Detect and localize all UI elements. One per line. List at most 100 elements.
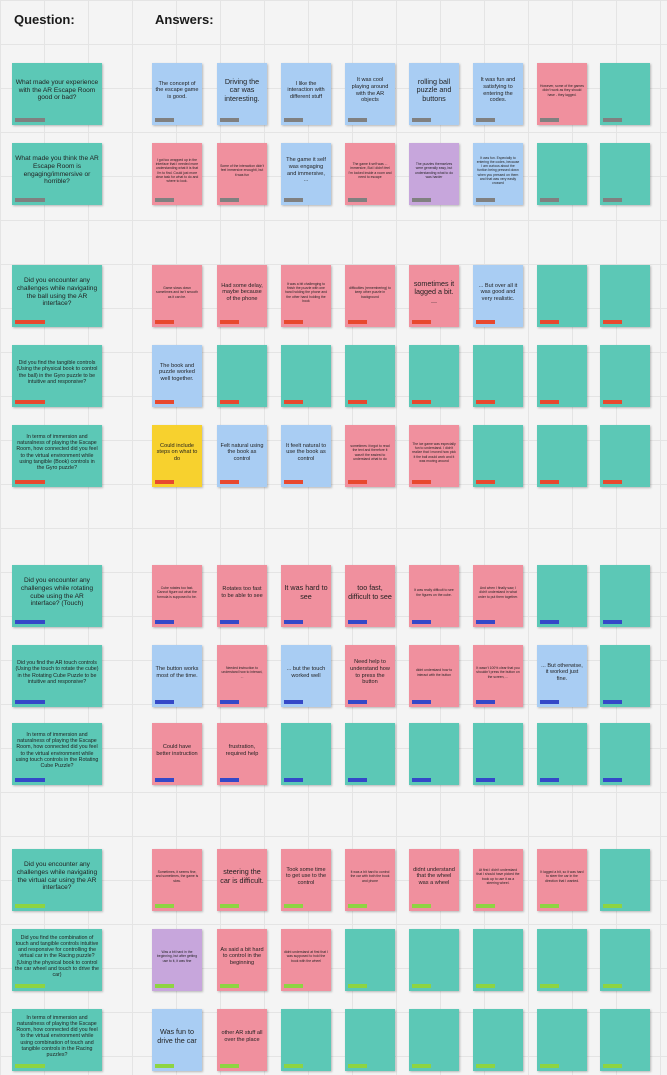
question-sticky-note[interactable]: In terms of immersion and naturalness of…: [12, 425, 102, 487]
answer-sticky-note[interactable]: Game slows down sometimes and isn't smoo…: [152, 265, 202, 327]
answer-sticky-note[interactable]: sometimes i forgot to read the text and …: [345, 425, 395, 487]
question-sticky-note[interactable]: Did you find the tangible controls (Usin…: [12, 345, 102, 407]
empty-sticky-note[interactable]: [281, 345, 331, 407]
empty-sticky-note[interactable]: [600, 929, 650, 991]
answer-sticky-note[interactable]: Need help to understand how to press the…: [345, 645, 395, 707]
answer-sticky-note[interactable]: As said a bit hard to control in the beg…: [217, 929, 267, 991]
empty-sticky-note[interactable]: [537, 1009, 587, 1071]
empty-sticky-note[interactable]: [600, 565, 650, 627]
answer-sticky-note[interactable]: It was hard to see: [281, 565, 331, 627]
empty-sticky-note[interactable]: [537, 143, 587, 205]
answer-sticky-note[interactable]: Needed instruction to understand how to …: [217, 645, 267, 707]
empty-sticky-note[interactable]: [600, 265, 650, 327]
answer-sticky-note[interactable]: It was a bit hard to control the car wit…: [345, 849, 395, 911]
answer-sticky-note[interactable]: It wasn't 100% clear that you shouldn't …: [473, 645, 523, 707]
question-sticky-note[interactable]: What made you think the AR Escape Room i…: [12, 143, 102, 205]
answer-sticky-note[interactable]: frustration, required help: [217, 723, 267, 785]
answer-sticky-note[interactable]: The book and puzzle worked well together…: [152, 345, 202, 407]
answer-sticky-note[interactable]: Was a bit hard in the beginning, but aft…: [152, 929, 202, 991]
answer-text: Game slows down sometimes and isn't smoo…: [156, 286, 198, 299]
question-sticky-note[interactable]: What made your experience with the AR Es…: [12, 63, 102, 125]
empty-sticky-note[interactable]: [600, 425, 650, 487]
empty-sticky-note[interactable]: [473, 929, 523, 991]
empty-sticky-note[interactable]: [600, 849, 650, 911]
answer-sticky-note[interactable]: It was a bit challenging to finish the p…: [281, 265, 331, 327]
empty-sticky-note[interactable]: [600, 723, 650, 785]
answer-sticky-note[interactable]: The ice game was especially fun to under…: [409, 425, 459, 487]
answer-sticky-note[interactable]: The button works most of the time.: [152, 645, 202, 707]
answer-sticky-note[interactable]: Had some delay, maybe because of the pho…: [217, 265, 267, 327]
empty-sticky-note[interactable]: [600, 345, 650, 407]
empty-sticky-note[interactable]: [473, 1009, 523, 1071]
answer-sticky-note[interactable]: Cube rotates too fast. Cannot figure out…: [152, 565, 202, 627]
answer-sticky-note[interactable]: I like the interaction with different st…: [281, 63, 331, 125]
answer-sticky-note[interactable]: sometimes it lagged a bit. ...: [409, 265, 459, 327]
empty-sticky-note[interactable]: [409, 1009, 459, 1071]
answer-sticky-note[interactable]: Felt natural using the book as control: [217, 425, 267, 487]
answer-sticky-note[interactable]: At first I didn't understand that I shou…: [473, 849, 523, 911]
answer-sticky-note[interactable]: didnt understand that the wheel was a wh…: [409, 849, 459, 911]
question-sticky-note[interactable]: Did you encounter any challenges while r…: [12, 565, 102, 627]
answer-sticky-note[interactable]: However, some of the games didn't work a…: [537, 63, 587, 125]
empty-sticky-note[interactable]: [345, 723, 395, 785]
answer-sticky-note[interactable]: ... But over all it was good and very re…: [473, 265, 523, 327]
question-sticky-note[interactable]: In terms of immersion and naturalness of…: [12, 723, 102, 785]
answer-sticky-note[interactable]: Could have better instruction: [152, 723, 202, 785]
empty-sticky-note[interactable]: [537, 345, 587, 407]
empty-sticky-note[interactable]: [409, 723, 459, 785]
answer-sticky-note[interactable]: It was fun and satisfying to entering th…: [473, 63, 523, 125]
empty-sticky-note[interactable]: [473, 425, 523, 487]
answer-sticky-note[interactable]: too fast, difficult to see: [345, 565, 395, 627]
answer-sticky-note[interactable]: Could include steps on what to do: [152, 425, 202, 487]
empty-sticky-note[interactable]: [473, 723, 523, 785]
empty-sticky-note[interactable]: [537, 723, 587, 785]
empty-sticky-note[interactable]: [473, 345, 523, 407]
answer-sticky-note[interactable]: And when I finally saw, I didn't underst…: [473, 565, 523, 627]
answer-sticky-note[interactable]: Rotates too fast to be able to see: [217, 565, 267, 627]
answer-sticky-note[interactable]: Was fun to drive the car: [152, 1009, 202, 1071]
answer-sticky-note[interactable]: Sometimes, it seems fine, and sometimes,…: [152, 849, 202, 911]
answer-sticky-note[interactable]: It lagged a bit, so it was hard to steer…: [537, 849, 587, 911]
answer-sticky-note[interactable]: Driving the car was interesting.: [217, 63, 267, 125]
empty-sticky-note[interactable]: [345, 929, 395, 991]
answer-sticky-note[interactable]: steering the car is difficult.: [217, 849, 267, 911]
answer-sticky-note[interactable]: It was really difficult to see the figur…: [409, 565, 459, 627]
empty-sticky-note[interactable]: [345, 1009, 395, 1071]
question-sticky-note[interactable]: Did you find the combination of touch an…: [12, 929, 102, 991]
answer-sticky-note[interactable]: I got too wrapped up in the interface th…: [152, 143, 202, 205]
answer-sticky-note[interactable]: didnt understand how to interact with th…: [409, 645, 459, 707]
empty-sticky-note[interactable]: [281, 1009, 331, 1071]
empty-sticky-note[interactable]: [600, 143, 650, 205]
question-sticky-note[interactable]: In terms of immersion and naturalness of…: [12, 1009, 102, 1071]
question-sticky-note[interactable]: Did you encounter any challenges while n…: [12, 849, 102, 911]
answer-sticky-note[interactable]: The concept of the escape game is good.: [152, 63, 202, 125]
empty-sticky-note[interactable]: [600, 645, 650, 707]
empty-sticky-note[interactable]: [600, 1009, 650, 1071]
answer-sticky-note[interactable]: ... But otherwise, it worked just fine.: [537, 645, 587, 707]
answer-sticky-note[interactable]: difficulties (remembering) to keep other…: [345, 265, 395, 327]
answer-sticky-note[interactable]: ... but the touch worked well: [281, 645, 331, 707]
answer-sticky-note[interactable]: didnt understand at first that I was sup…: [281, 929, 331, 991]
empty-sticky-note[interactable]: [537, 565, 587, 627]
empty-sticky-note[interactable]: [281, 723, 331, 785]
answer-sticky-note[interactable]: The game it self was ... immersive, But …: [345, 143, 395, 205]
empty-sticky-note[interactable]: [537, 929, 587, 991]
answer-sticky-note[interactable]: The game it self was engaging and immers…: [281, 143, 331, 205]
question-sticky-note[interactable]: Did you encounter any challenges while n…: [12, 265, 102, 327]
empty-sticky-note[interactable]: [537, 425, 587, 487]
answer-sticky-note[interactable]: Some of the interaction didn't feel imme…: [217, 143, 267, 205]
answer-sticky-note[interactable]: It was cool playing around with the AR o…: [345, 63, 395, 125]
empty-sticky-note[interactable]: [217, 345, 267, 407]
question-sticky-note[interactable]: Did you find the AR touch controls (Usin…: [12, 645, 102, 707]
empty-sticky-note[interactable]: [537, 265, 587, 327]
answer-sticky-note[interactable]: Took some time to get use to the control: [281, 849, 331, 911]
empty-sticky-note[interactable]: [409, 929, 459, 991]
answer-sticky-note[interactable]: rolling ball puzzle and buttons: [409, 63, 459, 125]
empty-sticky-note[interactable]: [409, 345, 459, 407]
answer-sticky-note[interactable]: It feelt natural to use the book as cont…: [281, 425, 331, 487]
answer-sticky-note[interactable]: other AR stuff all over the place: [217, 1009, 267, 1071]
empty-sticky-note[interactable]: [600, 63, 650, 125]
answer-sticky-note[interactable]: The puzzles themselves were generally ea…: [409, 143, 459, 205]
empty-sticky-note[interactable]: [345, 345, 395, 407]
answer-sticky-note[interactable]: It was fun. Especially to entering the c…: [473, 143, 523, 205]
